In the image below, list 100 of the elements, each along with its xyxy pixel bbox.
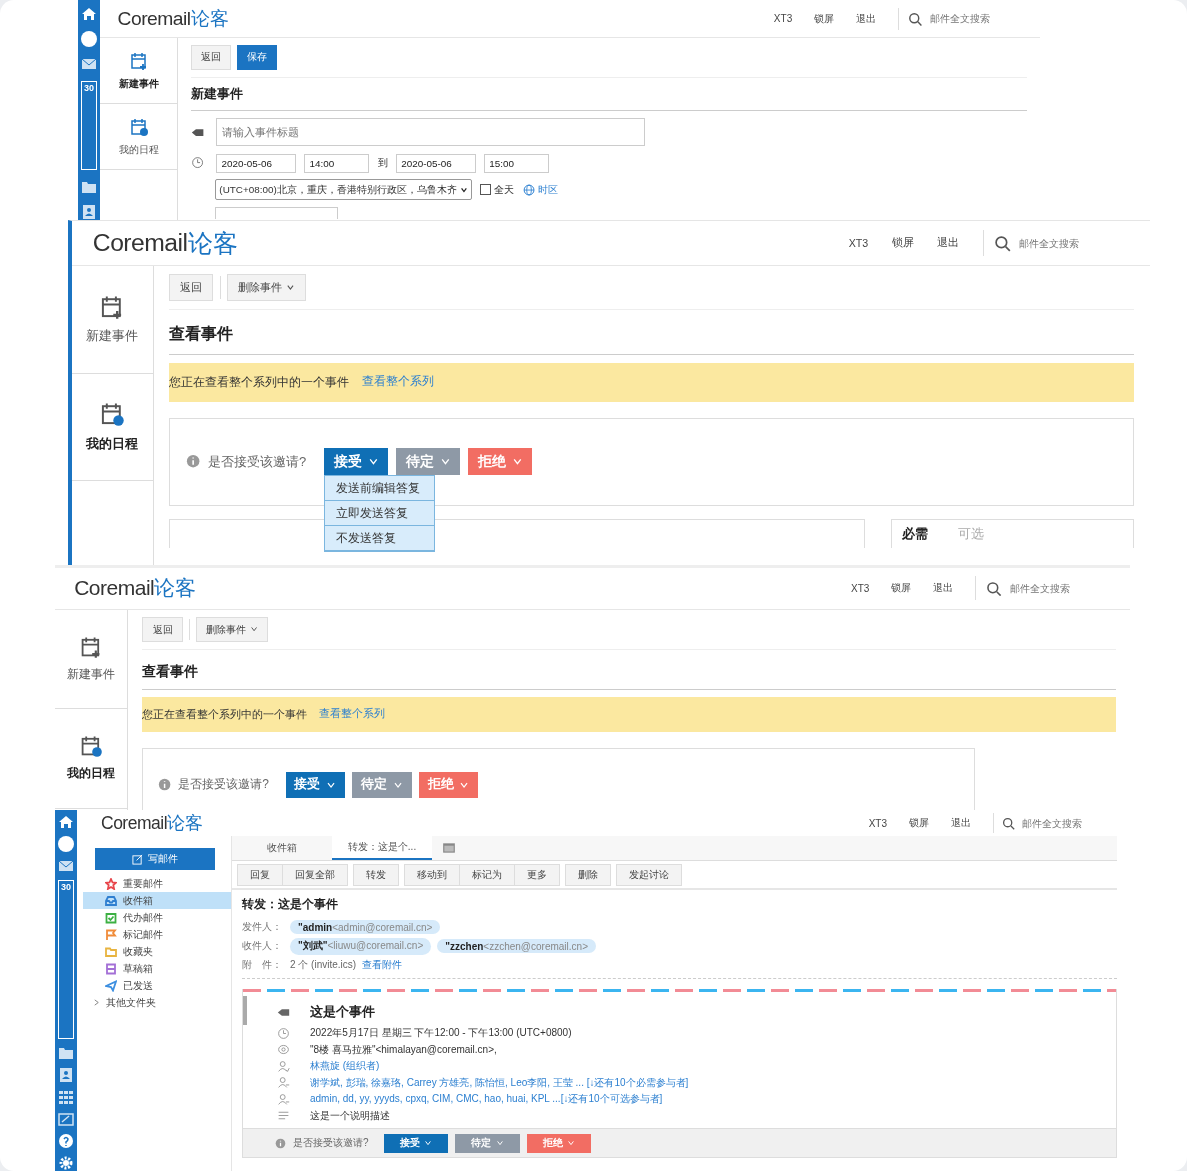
address-chip[interactable]: "刘武"<liuwu@coremail.cn> bbox=[290, 937, 432, 955]
avatar-icon[interactable] bbox=[81, 31, 97, 47]
header-link[interactable]: 退出 bbox=[951, 816, 971, 830]
toolbar-button[interactable]: 删除事件 bbox=[227, 274, 307, 301]
home-icon[interactable] bbox=[58, 814, 74, 830]
folder-item[interactable]: 草稿箱 bbox=[83, 960, 231, 977]
search-icon bbox=[908, 11, 923, 26]
folder-item[interactable]: 标记邮件 bbox=[83, 926, 231, 943]
compose-button[interactable]: 写邮件 bbox=[95, 848, 215, 870]
home-icon[interactable] bbox=[81, 6, 97, 22]
folder-icon[interactable] bbox=[81, 179, 97, 195]
calendar-icon[interactable]: 30 bbox=[58, 880, 74, 1039]
folder-item[interactable]: 收藏夹 bbox=[83, 943, 231, 960]
folder-item[interactable]: 收件箱 bbox=[83, 892, 231, 909]
view-series-link[interactable]: 查看整个系列 bbox=[318, 707, 385, 723]
end-time-field[interactable]: 15:00 bbox=[484, 153, 549, 173]
header-link[interactable]: XT3 bbox=[868, 817, 887, 829]
person-icon bbox=[277, 1059, 290, 1073]
folder-item[interactable]: 重要邮件 bbox=[83, 875, 231, 892]
end-date-field[interactable]: 2020-05-06 bbox=[396, 153, 476, 173]
search-field[interactable]: 邮件全文搜索 bbox=[1017, 236, 1115, 250]
event-title: 这是个事件 bbox=[310, 1003, 375, 1022]
header-link[interactable]: 锁屏 bbox=[891, 236, 914, 251]
attendee-tab[interactable]: 必需 bbox=[902, 524, 928, 543]
mail-toolbar-button[interactable]: 回复 bbox=[237, 863, 283, 886]
calendar-check-icon bbox=[99, 401, 126, 428]
toolbar-button[interactable]: 返回 bbox=[191, 45, 232, 70]
start-time-field[interactable]: 14:00 bbox=[304, 153, 369, 173]
view-attachment-link[interactable]: 查看附件 bbox=[362, 958, 403, 972]
response-button[interactable]: 接受 bbox=[383, 1133, 449, 1153]
header-link[interactable]: 锁屏 bbox=[891, 581, 912, 596]
mail-toolbar-button[interactable]: 转发 bbox=[353, 863, 399, 886]
window-icon[interactable] bbox=[442, 842, 456, 854]
chevron-down-icon bbox=[424, 1139, 433, 1148]
invite-question: 是否接受该邀请? bbox=[293, 1136, 369, 1151]
folder-icon[interactable] bbox=[58, 1045, 74, 1061]
address-chip[interactable]: "zzchen<zzchen@coremail.cn> bbox=[437, 939, 596, 954]
header-link[interactable]: 锁屏 bbox=[814, 11, 835, 26]
info-icon bbox=[185, 454, 201, 469]
header-link[interactable]: XT3 bbox=[851, 582, 870, 594]
header-link[interactable]: 退出 bbox=[856, 11, 877, 26]
mail-toolbar-button[interactable]: 回复全部 bbox=[282, 863, 348, 886]
all-day-checkbox[interactable] bbox=[480, 184, 492, 195]
brand-logo-text: 论客 bbox=[190, 7, 229, 32]
event-title-field[interactable]: 请输入事件标题 bbox=[216, 118, 646, 146]
toolbar-button[interactable]: 返回 bbox=[169, 274, 214, 301]
response-button[interactable]: 接受 bbox=[285, 772, 345, 798]
mail-toolbar-button[interactable]: 更多 bbox=[514, 863, 560, 886]
from-label: 发件人： bbox=[242, 920, 283, 935]
header-link[interactable]: 退出 bbox=[933, 581, 954, 596]
all-day-label: 全天 bbox=[494, 182, 515, 197]
menu-item[interactable]: 立即发送答复 bbox=[325, 501, 435, 527]
settings-icon[interactable] bbox=[58, 1155, 74, 1171]
header-link[interactable]: XT3 bbox=[848, 237, 869, 250]
help-icon[interactable] bbox=[58, 1133, 74, 1149]
folder-group-item[interactable]: 其他文件夹 bbox=[83, 994, 231, 1011]
contacts-icon[interactable] bbox=[81, 204, 97, 220]
people-icon bbox=[277, 1092, 290, 1106]
avatar-icon[interactable] bbox=[58, 836, 74, 852]
header-link[interactable]: 退出 bbox=[937, 236, 960, 251]
menu-item[interactable]: 发送前编辑答复 bbox=[325, 476, 435, 502]
toolbar-button[interactable]: 保存 bbox=[236, 45, 277, 70]
response-button[interactable]: 接受 bbox=[324, 447, 389, 476]
menu-item[interactable]: 不发送答复 bbox=[325, 526, 435, 552]
mail-toolbar-button[interactable]: 移动到 bbox=[404, 863, 460, 886]
search-field[interactable]: 邮件全文搜索 bbox=[927, 12, 1022, 26]
attachment-label: 附 件： bbox=[242, 958, 283, 973]
mail-icon[interactable] bbox=[81, 56, 97, 72]
mail-toolbar-button[interactable]: 发起讨论 bbox=[616, 863, 682, 886]
folder-item[interactable]: 已发送 bbox=[83, 977, 231, 994]
folder-item[interactable]: 代办邮件 bbox=[83, 909, 231, 926]
start-date-field[interactable]: 2020-05-06 bbox=[216, 153, 296, 173]
brand-logo-text: 论客 bbox=[167, 812, 204, 835]
search-field[interactable]: 邮件全文搜索 bbox=[1020, 816, 1114, 830]
mail-edit-icon[interactable] bbox=[58, 1111, 74, 1127]
input-field[interactable] bbox=[215, 206, 339, 219]
timezone-link[interactable]: 时区 bbox=[537, 182, 558, 197]
mail-icon[interactable] bbox=[58, 858, 74, 874]
mail-tab[interactable]: 转发：这是个... bbox=[332, 836, 432, 860]
mail-tab[interactable]: 收件箱 bbox=[232, 836, 332, 860]
chevron-down-icon bbox=[511, 456, 523, 468]
search-field[interactable]: 邮件全文搜索 bbox=[1007, 581, 1102, 595]
header-link[interactable]: 锁屏 bbox=[909, 816, 929, 830]
toolbar-button[interactable]: 返回 bbox=[142, 617, 183, 643]
mail-subject: 转发：这是个事件 bbox=[242, 896, 339, 913]
toolbar-button[interactable]: 删除事件 bbox=[195, 617, 269, 643]
view-series-link[interactable]: 查看整个系列 bbox=[361, 374, 434, 391]
brand-name: Coremail bbox=[117, 7, 191, 30]
calendar-icon[interactable]: 30 bbox=[81, 81, 97, 170]
invite-question: 是否接受该邀请? bbox=[207, 452, 307, 471]
header-link[interactable]: XT3 bbox=[773, 13, 793, 25]
mail-toolbar-button[interactable]: 标记为 bbox=[459, 863, 515, 886]
contacts-icon[interactable] bbox=[58, 1067, 74, 1083]
timezone-select[interactable]: (UTC+08:00)北京，重庆，香港特别行政区，乌鲁木齐 bbox=[215, 179, 472, 201]
mail-toolbar-button[interactable]: 删除 bbox=[565, 863, 611, 886]
apps-grid-icon[interactable] bbox=[58, 1089, 74, 1105]
event-detail: 林燕旋 (组织者) bbox=[310, 1059, 380, 1074]
chevron-right-icon bbox=[93, 999, 100, 1006]
attachment-info: 2 个 (invite.ics) bbox=[290, 958, 357, 973]
address-chip[interactable]: "admin<admin@coremail.cn> bbox=[290, 920, 441, 935]
